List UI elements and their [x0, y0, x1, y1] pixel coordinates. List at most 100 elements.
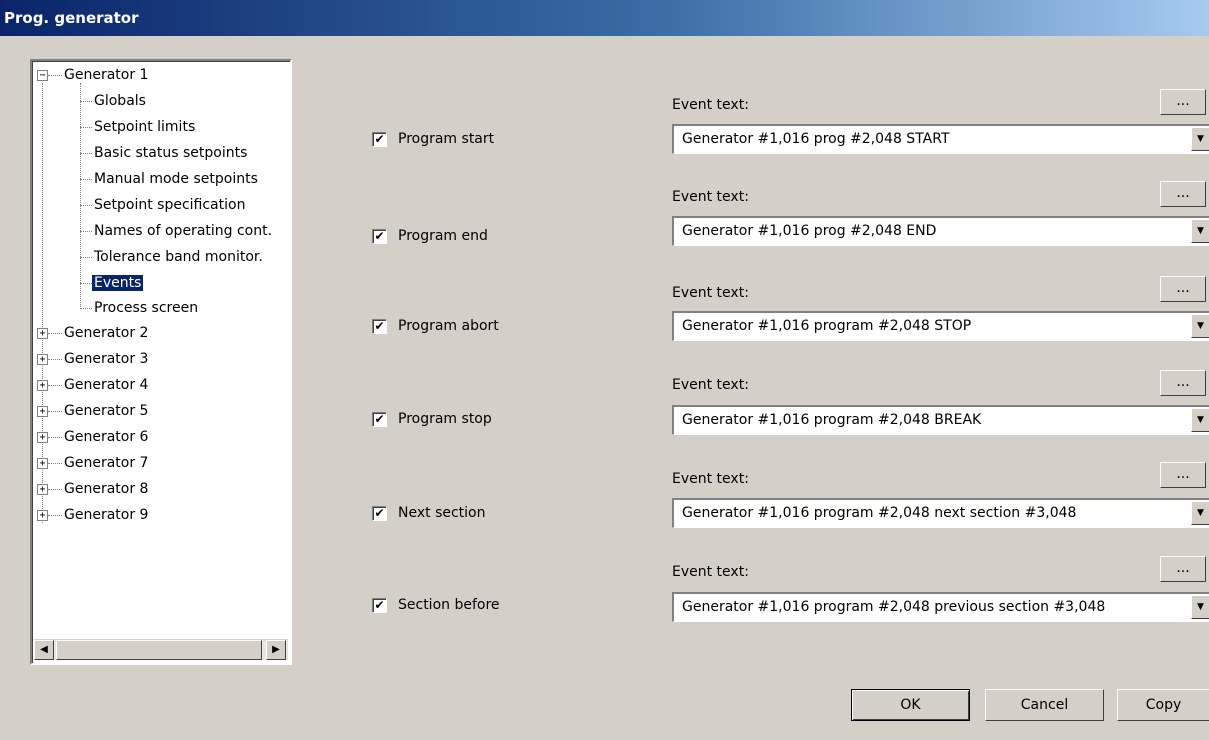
title-bar: Prog. generator — [0, 0, 1209, 36]
checkbox-label: Section before — [398, 597, 500, 613]
tree-item-label: Generator 5 — [64, 403, 149, 419]
tree-item-manual-mode-setpoints[interactable]: Manual mode setpoints — [92, 168, 260, 190]
tree-connector — [48, 437, 62, 438]
tree-item-label: Generator 7 — [64, 455, 149, 471]
tree-item-process-screen[interactable]: Process screen — [92, 297, 200, 319]
scroll-thumb[interactable] — [56, 640, 262, 660]
tree-item-label: Generator 1 — [64, 67, 149, 83]
tree-connector — [80, 283, 92, 284]
tree-item-generator-8[interactable]: Generator 8 — [62, 478, 150, 500]
cancel-button[interactable]: Cancel — [985, 689, 1104, 721]
tree-item-label: Events — [92, 275, 144, 291]
tree-item-label: Process screen — [94, 300, 199, 316]
tree-item-setpoint-specification[interactable]: Setpoint specification — [92, 194, 247, 216]
event-text-combo-program-abort[interactable]: Generator #1,016 program #2,048 STOP ▼ — [672, 311, 1209, 341]
tree-item-label: Setpoint specification — [94, 197, 246, 213]
tree-connector — [80, 153, 92, 154]
event-text-combo-section-before[interactable]: Generator #1,016 program #2,048 previous… — [672, 592, 1209, 622]
tree-connector — [48, 463, 62, 464]
tree-item-generator-4[interactable]: Generator 4 — [62, 374, 150, 396]
tree-item-generator-3[interactable]: Generator 3 — [62, 348, 150, 370]
tree-connector — [80, 205, 92, 206]
event-text-combo-program-start[interactable]: Generator #1,016 prog #2,048 START ▼ — [672, 124, 1209, 154]
tree-connector — [80, 308, 92, 309]
expand-icon[interactable]: + — [37, 328, 48, 339]
browse-button-program-start[interactable]: ... — [1160, 89, 1206, 115]
event-text-label: Event text: — [672, 377, 749, 393]
expand-icon[interactable]: + — [37, 380, 48, 391]
event-text-combo-program-end[interactable]: Generator #1,016 prog #2,048 END ▼ — [672, 216, 1209, 246]
event-text-combo-next-section[interactable]: Generator #1,016 program #2,048 next sec… — [672, 498, 1209, 528]
checkbox-program-stop[interactable]: ✔ — [372, 412, 387, 427]
copy-button[interactable]: Copy — [1117, 689, 1209, 721]
tree-connector — [80, 83, 81, 307]
event-text-combo-program-stop[interactable]: Generator #1,016 program #2,048 BREAK ▼ — [672, 405, 1209, 435]
dropdown-arrow-icon[interactable]: ▼ — [1191, 219, 1209, 243]
tree-item-label: Tolerance band monitor. — [94, 249, 263, 265]
tree-connector — [80, 127, 92, 128]
dropdown-arrow-icon[interactable]: ▼ — [1191, 408, 1209, 432]
expand-icon[interactable]: + — [37, 406, 48, 417]
ok-button[interactable]: OK — [851, 689, 970, 721]
horizontal-scrollbar[interactable]: ◀ ▶ — [34, 639, 288, 660]
checkbox-program-end[interactable]: ✔ — [372, 229, 387, 244]
tree-item-generator-6[interactable]: Generator 6 — [62, 426, 150, 448]
event-text-label: Event text: — [672, 189, 749, 205]
scroll-right-button[interactable]: ▶ — [266, 640, 286, 660]
tree-item-names-of-operating-cont[interactable]: Names of operating cont. — [92, 220, 274, 242]
combo-value: Generator #1,016 prog #2,048 START — [682, 131, 950, 147]
tree-connector — [48, 385, 62, 386]
expand-icon[interactable]: + — [37, 354, 48, 365]
event-text-label: Event text: — [672, 285, 749, 301]
checkbox-program-abort[interactable]: ✔ — [372, 319, 387, 334]
expand-icon[interactable]: + — [37, 458, 48, 469]
tree-item-generator-1[interactable]: Generator 1 — [62, 64, 150, 86]
tree-item-label: Setpoint limits — [94, 119, 196, 135]
expand-icon[interactable]: + — [37, 484, 48, 495]
browse-button-program-abort[interactable]: ... — [1160, 276, 1206, 302]
checkbox-label: Next section — [398, 505, 486, 521]
tree-item-basic-status-setpoints[interactable]: Basic status setpoints — [92, 142, 249, 164]
prog-generator-window: Prog. generator − Generator 1 Globals Se… — [0, 0, 1209, 740]
tree-item-setpoint-limits[interactable]: Setpoint limits — [92, 116, 197, 138]
tree-connector — [80, 179, 92, 180]
checkbox-label: Program abort — [398, 318, 499, 334]
tree-item-events[interactable]: Events — [92, 272, 144, 294]
scroll-left-button[interactable]: ◀ — [34, 640, 54, 660]
tree-item-generator-7[interactable]: Generator 7 — [62, 452, 150, 474]
dropdown-arrow-icon[interactable]: ▼ — [1191, 501, 1209, 525]
dropdown-arrow-icon[interactable]: ▼ — [1191, 127, 1209, 151]
tree-connector — [48, 359, 62, 360]
tree-item-tolerance-band-monitor[interactable]: Tolerance band monitor. — [92, 246, 265, 268]
generator-tree[interactable]: − Generator 1 Globals Setpoint limits Ba… — [30, 59, 292, 665]
tree-item-generator-5[interactable]: Generator 5 — [62, 400, 150, 422]
tree-connector — [48, 333, 62, 334]
tree-connector — [48, 411, 62, 412]
browse-button-next-section[interactable]: ... — [1160, 462, 1206, 488]
dropdown-arrow-icon[interactable]: ▼ — [1191, 595, 1209, 619]
tree-item-generator-9[interactable]: Generator 9 — [62, 504, 150, 526]
browse-button-program-end[interactable]: ... — [1160, 181, 1206, 207]
tree-item-label: Generator 3 — [64, 351, 149, 367]
combo-value: Generator #1,016 program #2,048 BREAK — [682, 412, 982, 428]
combo-value: Generator #1,016 program #2,048 next sec… — [682, 505, 1077, 521]
combo-value: Generator #1,016 program #2,048 previous… — [682, 599, 1106, 615]
expand-icon[interactable]: + — [37, 432, 48, 443]
browse-button-program-stop[interactable]: ... — [1160, 370, 1206, 396]
dropdown-arrow-icon[interactable]: ▼ — [1191, 314, 1209, 338]
collapse-icon[interactable]: − — [37, 70, 48, 81]
tree-item-label: Globals — [94, 93, 146, 109]
combo-value: Generator #1,016 program #2,048 STOP — [682, 318, 972, 334]
tree-item-label: Manual mode setpoints — [94, 171, 258, 187]
checkbox-program-start[interactable]: ✔ — [372, 132, 387, 147]
checkbox-section-before[interactable]: ✔ — [372, 598, 387, 613]
checkbox-next-section[interactable]: ✔ — [372, 506, 387, 521]
expand-icon[interactable]: + — [37, 510, 48, 521]
combo-value: Generator #1,016 prog #2,048 END — [682, 223, 937, 239]
tree-item-generator-2[interactable]: Generator 2 — [62, 322, 150, 344]
browse-button-section-before[interactable]: ... — [1160, 556, 1206, 582]
tree-connector — [80, 257, 92, 258]
tree-item-globals[interactable]: Globals — [92, 90, 148, 112]
tree-item-label: Generator 2 — [64, 325, 149, 341]
event-text-label: Event text: — [672, 564, 749, 580]
